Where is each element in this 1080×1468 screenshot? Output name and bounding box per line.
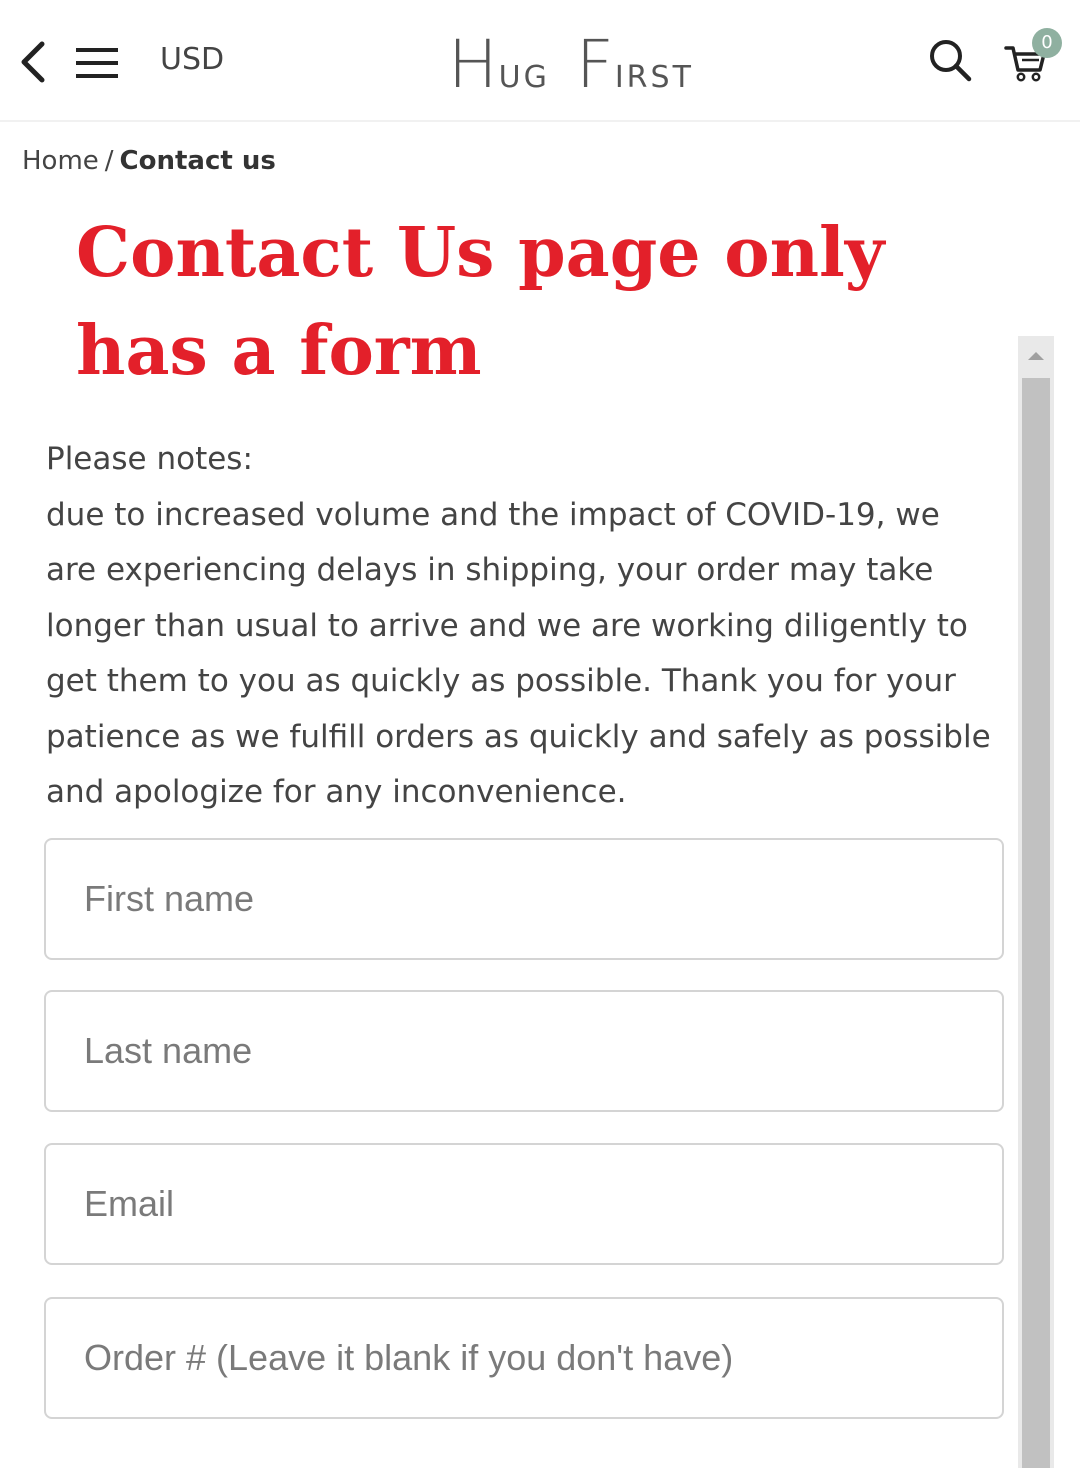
scrollbar-thumb[interactable] — [1022, 378, 1050, 1468]
hamburger-menu-icon[interactable] — [76, 46, 118, 80]
notice-heading: Please notes: — [46, 441, 253, 477]
breadcrumb: Home / Contact us — [22, 144, 276, 178]
first-name-input[interactable] — [44, 838, 1004, 960]
site-logo[interactable]: HUG FIRST — [448, 26, 720, 103]
last-name-input[interactable] — [44, 990, 1004, 1112]
logo-rest-ug: UG — [498, 60, 550, 95]
email-input[interactable] — [44, 1143, 1004, 1265]
breadcrumb-current: Contact us — [119, 146, 276, 176]
order-number-input[interactable] — [44, 1297, 1004, 1419]
scroll-up-arrow-icon[interactable] — [1018, 336, 1054, 376]
shipping-notice: Please notes: due to increased volume an… — [46, 432, 996, 821]
logo-rest-irst: IRST — [614, 60, 694, 95]
vertical-scrollbar[interactable] — [1018, 336, 1054, 1468]
cart-button[interactable]: 0 — [1004, 28, 1064, 84]
annotation-overlay-text: Contact Us page only has a form — [76, 213, 885, 391]
site-header: USD HUG FIRST 0 — [0, 0, 1080, 122]
logo-initial-h: H — [448, 26, 499, 103]
notice-body: due to increased volume and the impact o… — [46, 496, 991, 811]
breadcrumb-home-link[interactable]: Home — [22, 146, 99, 176]
breadcrumb-separator: / — [104, 146, 114, 176]
search-icon[interactable] — [928, 38, 972, 82]
cart-count-badge: 0 — [1032, 28, 1062, 58]
currency-selector[interactable]: USD — [160, 40, 224, 80]
back-chevron-icon[interactable] — [16, 40, 50, 84]
logo-initial-f: F — [575, 26, 615, 103]
